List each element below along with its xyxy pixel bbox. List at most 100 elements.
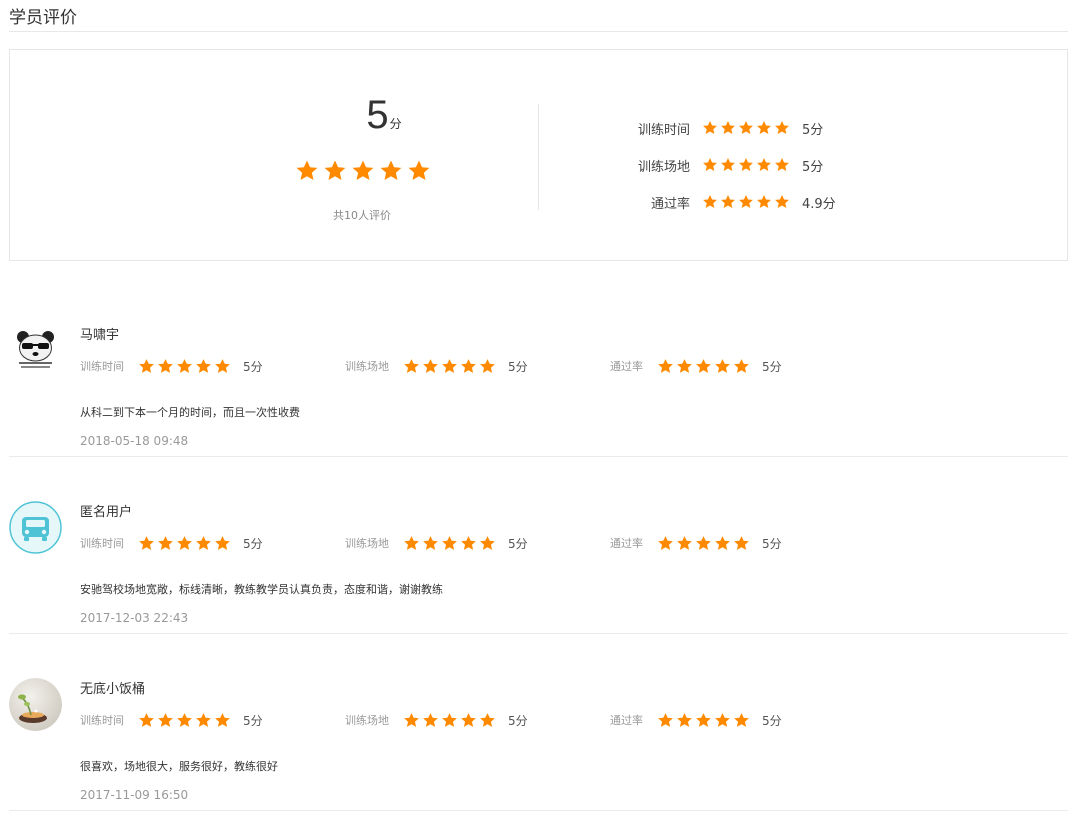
star-icon — [480, 535, 495, 550]
panda-meme-avatar — [9, 324, 62, 377]
rating-stars — [657, 535, 750, 552]
star-icon — [177, 712, 192, 727]
star-icon — [677, 712, 692, 727]
summary-row-label: 训练场地 — [637, 159, 690, 175]
star-icon — [703, 121, 717, 134]
summary-row-stars — [702, 194, 790, 210]
star-icon — [215, 712, 230, 727]
star-icon — [404, 535, 419, 550]
star-icon — [215, 358, 230, 373]
overall-score-number: 5 — [366, 93, 389, 137]
star-icon — [158, 535, 173, 550]
rating-stars — [403, 358, 496, 375]
summary-row-stars — [702, 157, 790, 173]
star-icon — [196, 535, 211, 550]
star-icon — [775, 195, 789, 208]
star-icon — [380, 160, 402, 180]
summary-row-training-ground: 训练场地 5分 — [610, 155, 823, 175]
rating-stars — [657, 358, 750, 375]
summary-row-label: 训练时间 — [637, 122, 690, 138]
title-divider — [9, 31, 1068, 32]
star-icon — [715, 712, 730, 727]
star-icon — [461, 358, 476, 373]
star-icon — [696, 535, 711, 550]
rating-value: 5分 — [243, 359, 263, 374]
star-icon — [677, 535, 692, 550]
rating-pass-rate: 通过率 5分 — [610, 711, 782, 729]
rating-training-ground: 训练场地 5分 — [345, 534, 528, 552]
star-icon — [658, 358, 673, 373]
rating-pass-rate: 通过率 5分 — [610, 534, 782, 552]
summary-row-label: 通过率 — [650, 196, 690, 212]
review-ratings: 训练时间 5分 训练场地 5分 通过率 5分 — [80, 357, 880, 375]
review-ratings: 训练时间 5分 训练场地 5分 通过率 5分 — [80, 711, 880, 729]
rating-stars — [138, 712, 231, 729]
star-icon — [215, 535, 230, 550]
star-icon — [721, 158, 735, 171]
review-date: 2017-11-09 16:50 — [80, 788, 189, 802]
review-item: 匿名用户 训练时间 5分 训练场地 5分 通过率 5分 安驰驾校场地宽敞，标线清… — [9, 457, 1068, 634]
summary-row-value: 4.9分 — [802, 196, 836, 212]
star-icon — [721, 121, 735, 134]
star-icon — [658, 535, 673, 550]
rating-label: 训练时间 — [80, 360, 124, 373]
star-icon — [775, 121, 789, 134]
summary-row-stars — [702, 120, 790, 136]
car-icon — [9, 501, 62, 554]
review-count: 共10人评价 — [333, 209, 391, 222]
rating-value: 5分 — [762, 713, 782, 728]
star-icon — [757, 195, 771, 208]
star-icon — [423, 712, 438, 727]
rating-training-time: 训练时间 5分 — [80, 534, 263, 552]
star-icon — [324, 160, 346, 180]
star-icon — [739, 195, 753, 208]
section-title: 学员评价 — [9, 8, 77, 28]
overall-score: 5分 — [344, 93, 424, 138]
star-icon — [158, 358, 173, 373]
star-icon — [715, 358, 730, 373]
rating-label: 训练场地 — [345, 714, 389, 727]
star-icon — [404, 358, 419, 373]
overall-stars — [295, 159, 431, 183]
star-icon — [696, 358, 711, 373]
star-icon — [177, 358, 192, 373]
star-icon — [442, 358, 457, 373]
star-icon — [461, 712, 476, 727]
plant-photo-icon — [9, 678, 62, 731]
review-comment: 很喜欢，场地很大，服务很好，教练很好 — [80, 760, 278, 773]
review-date: 2017-12-03 22:43 — [80, 611, 189, 625]
rating-pass-rate: 通过率 5分 — [610, 357, 782, 375]
review-date: 2018-05-18 09:48 — [80, 434, 189, 448]
star-icon — [296, 160, 318, 180]
review-item: 马啸宇 训练时间 5分 训练场地 5分 通过率 5分 从科二到下本一个月的时间，… — [9, 280, 1068, 457]
star-icon — [196, 712, 211, 727]
rating-value: 5分 — [508, 359, 528, 374]
reviewer-name: 无底小饭桶 — [80, 682, 146, 697]
summary-row-training-time: 训练时间 5分 — [610, 118, 823, 138]
rating-training-time: 训练时间 5分 — [80, 711, 263, 729]
plant-photo-avatar — [9, 678, 62, 731]
star-icon — [721, 195, 735, 208]
star-icon — [734, 535, 749, 550]
rating-value: 5分 — [762, 359, 782, 374]
rating-value: 5分 — [243, 713, 263, 728]
rating-label: 训练时间 — [80, 714, 124, 727]
review-item: 无底小饭桶 训练时间 5分 训练场地 5分 通过率 5分 很喜欢，场地很大，服务… — [9, 634, 1068, 811]
rating-training-ground: 训练场地 5分 — [345, 711, 528, 729]
star-icon — [423, 535, 438, 550]
star-icon — [658, 712, 673, 727]
rating-stars — [657, 712, 750, 729]
rating-training-ground: 训练场地 5分 — [345, 357, 528, 375]
rating-value: 5分 — [508, 713, 528, 728]
star-icon — [739, 121, 753, 134]
star-icon — [480, 712, 495, 727]
reviewer-name: 马啸宇 — [80, 328, 120, 343]
reviewer-name: 匿名用户 — [80, 505, 133, 520]
rating-label: 通过率 — [610, 537, 643, 550]
star-icon — [404, 712, 419, 727]
star-icon — [739, 158, 753, 171]
rating-label: 通过率 — [610, 360, 643, 373]
star-icon — [177, 535, 192, 550]
star-icon — [139, 712, 154, 727]
star-icon — [757, 121, 771, 134]
